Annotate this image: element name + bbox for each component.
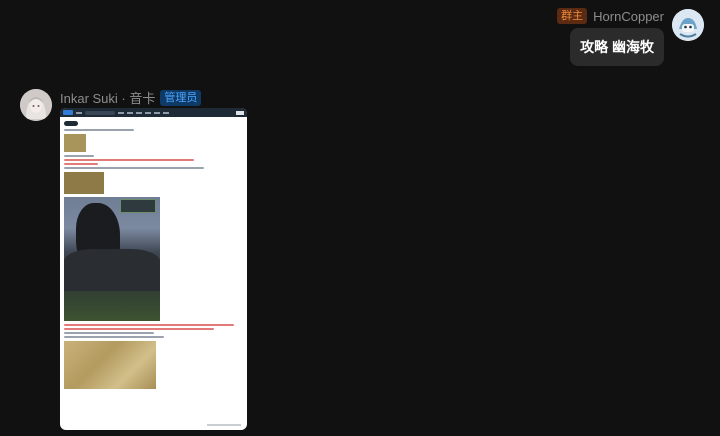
embedded-game-screenshot (64, 197, 160, 321)
embedded-page-topbar (60, 108, 247, 117)
embedded-search-icon (85, 110, 115, 115)
message-header-right: 群主 HornCopper (557, 8, 664, 24)
user-avatar-icon (20, 89, 52, 121)
avatar-horncopper[interactable] (672, 9, 704, 41)
message-bubble-command[interactable]: 攻略 幽海牧 (570, 28, 664, 66)
message-header-left: Inkar Suki · 音卡 管理员 (60, 88, 202, 107)
sender-name-inkar-suki[interactable]: Inkar Suki · 音卡 (60, 88, 155, 107)
sender-name-horncopper[interactable]: HornCopper (593, 9, 664, 24)
admin-badge: 管理员 (160, 89, 202, 106)
embedded-map-image (64, 341, 156, 389)
embedded-tag (64, 121, 78, 126)
embedded-thumbnail (64, 172, 104, 194)
embedded-thumbnail (64, 134, 86, 152)
chat-window: 群主 HornCopper 攻略 幽海牧 Inkar Suki · 音卡 管理员 (0, 0, 720, 436)
embedded-page-body (60, 117, 247, 395)
owner-badge: 群主 (557, 8, 588, 24)
embedded-logo-icon (63, 110, 73, 115)
avatar-inkar-suki[interactable] (20, 89, 52, 121)
message-image-guide-screenshot[interactable] (60, 108, 247, 430)
user-avatar-icon (672, 9, 704, 41)
